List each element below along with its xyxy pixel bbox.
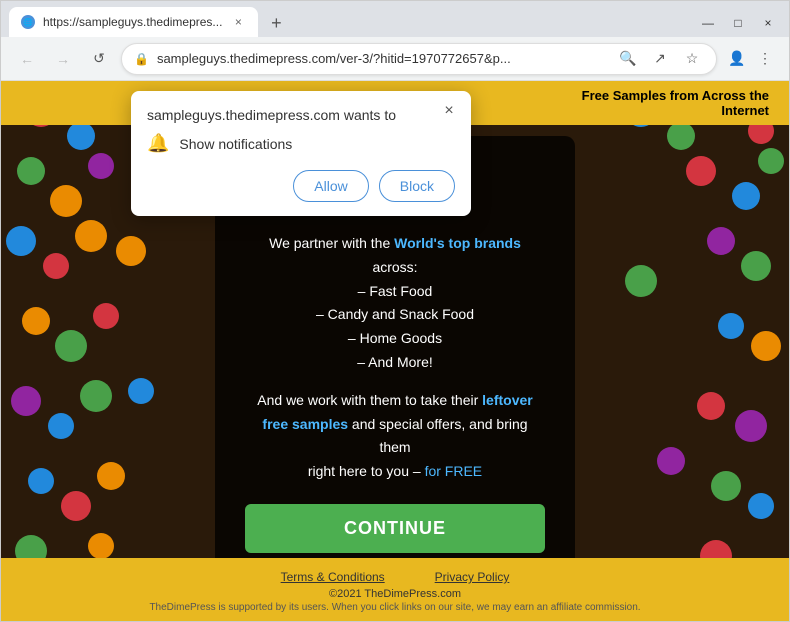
yellow-bar-text: Free Samples from Across the Internet xyxy=(582,88,769,118)
tab-title: https://sampleguys.thedimepres... xyxy=(43,15,222,29)
notification-label: Show notifications xyxy=(179,136,292,152)
window-controls: — □ × xyxy=(695,13,781,33)
category-more: – And More! xyxy=(357,354,433,370)
popup-buttons: Allow Block xyxy=(147,170,455,202)
url-text: sampleguys.thedimepress.com/ver-3/?hitid… xyxy=(157,51,608,66)
block-button[interactable]: Block xyxy=(379,170,455,202)
account-icon[interactable]: 👤 xyxy=(725,47,749,71)
extra-text: And we work with them to take their left… xyxy=(245,389,545,484)
popup-close-button[interactable]: × xyxy=(439,101,459,121)
category-home: – Home Goods xyxy=(348,330,442,346)
search-icon[interactable]: 🔍 xyxy=(616,47,640,71)
menu-icon[interactable]: ⋮ xyxy=(753,47,777,71)
continue-button[interactable]: CONTINUE xyxy=(245,504,545,553)
category-candy: – Candy and Snack Food xyxy=(316,306,474,322)
address-bar: ← → ↺ 🔒 sampleguys.thedimepress.com/ver-… xyxy=(1,37,789,81)
for-free-highlight: for FREE xyxy=(425,463,483,479)
reload-button[interactable]: ↺ xyxy=(85,45,113,73)
privacy-link[interactable]: Privacy Policy xyxy=(435,570,510,584)
highlight-brands: World's top brands xyxy=(394,235,521,251)
allow-button[interactable]: Allow xyxy=(293,170,368,202)
category-fastfood: – Fast Food xyxy=(358,283,433,299)
url-bar[interactable]: 🔒 sampleguys.thedimepress.com/ver-3/?hit… xyxy=(121,43,717,75)
page-content: Free Samples from Across the Internet To… xyxy=(1,81,789,621)
footer-links: Terms & Conditions Privacy Policy xyxy=(1,570,789,584)
new-tab-button[interactable]: + xyxy=(262,9,290,37)
forward-button[interactable]: → xyxy=(49,45,77,73)
free-samples-highlight: free samples xyxy=(262,416,348,432)
notification-row: 🔔 Show notifications xyxy=(147,133,455,154)
terms-link[interactable]: Terms & Conditions xyxy=(281,570,385,584)
popup-title: sampleguys.thedimepress.com wants to xyxy=(147,107,455,123)
leftover-highlight: leftover xyxy=(482,392,533,408)
title-bar: 🌐 https://sampleguys.thedimepres... × + … xyxy=(1,1,789,37)
tab-close-button[interactable]: × xyxy=(230,14,246,30)
url-icons: 🔍 ↗ ☆ xyxy=(616,47,704,71)
notification-popup: sampleguys.thedimepress.com wants to × 🔔… xyxy=(131,91,471,216)
maximize-button[interactable]: □ xyxy=(725,13,751,33)
lock-icon: 🔒 xyxy=(134,52,149,66)
page-footer: Terms & Conditions Privacy Policy ©2021 … xyxy=(1,558,789,621)
partner-text: We partner with the World's top brands a… xyxy=(245,232,545,375)
back-button[interactable]: ← xyxy=(13,45,41,73)
bell-icon: 🔔 xyxy=(147,133,169,154)
address-bar-icons: 👤 ⋮ xyxy=(725,47,777,71)
bookmark-icon[interactable]: ☆ xyxy=(680,47,704,71)
footer-copyright: ©2021 TheDimePress.com xyxy=(1,588,789,600)
footer-disclaimer: TheDimePress is supported by its users. … xyxy=(1,602,789,613)
share-icon[interactable]: ↗ xyxy=(648,47,672,71)
minimize-button[interactable]: — xyxy=(695,13,721,33)
active-tab[interactable]: 🌐 https://sampleguys.thedimepres... × xyxy=(9,7,258,37)
close-button[interactable]: × xyxy=(755,13,781,33)
tab-favicon: 🌐 xyxy=(21,15,35,29)
browser-frame: 🌐 https://sampleguys.thedimepres... × + … xyxy=(0,0,790,622)
